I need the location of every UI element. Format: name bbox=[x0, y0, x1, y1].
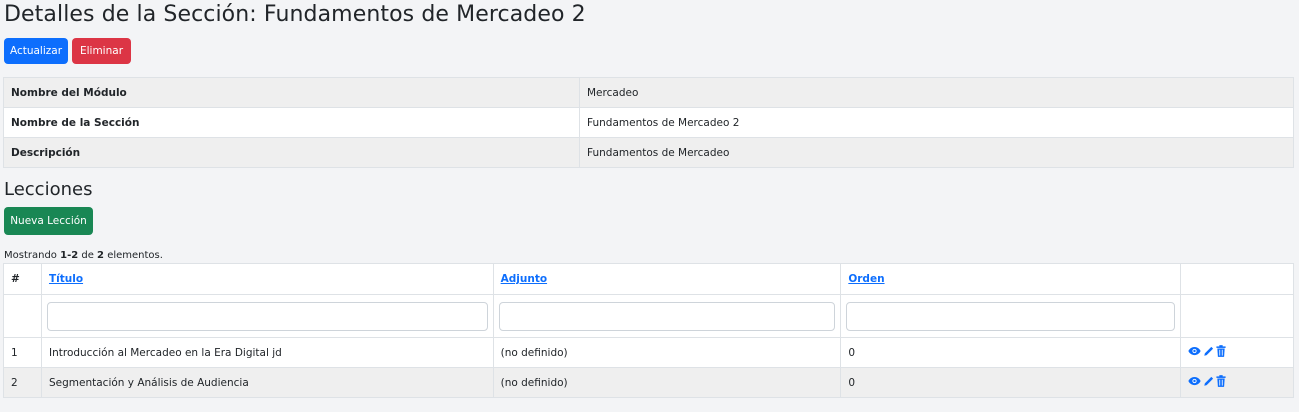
detail-label: Nombre del Módulo bbox=[3, 77, 580, 108]
table-header-row: # Título Adjunto Orden bbox=[3, 263, 1294, 295]
detail-value: Fundamentos de Mercadeo 2 bbox=[579, 107, 1294, 138]
table-row: 1 Introducción al Mercadeo en la Era Dig… bbox=[3, 337, 1294, 368]
summary-suffix: elementos. bbox=[104, 250, 163, 261]
column-header-num: # bbox=[3, 263, 42, 295]
column-header-attachment: Adjunto bbox=[492, 263, 842, 295]
order-filter-input[interactable] bbox=[846, 301, 1176, 331]
cell-num: 2 bbox=[3, 367, 42, 398]
page: Detalles de la Sección: Fundamentos de M… bbox=[0, 0, 1299, 412]
attachment-filter-input[interactable] bbox=[498, 301, 836, 331]
detail-value: Fundamentos de Mercadeo bbox=[579, 137, 1294, 168]
detail-value: Mercadeo bbox=[579, 77, 1294, 108]
detail-row-module: Nombre del Módulo Mercadeo bbox=[3, 77, 1294, 108]
update-button[interactable]: Actualizar bbox=[4, 38, 68, 64]
summary-range: 1-2 bbox=[60, 250, 79, 261]
cell-title: Segmentación y Análisis de Audiencia bbox=[40, 367, 494, 398]
cell-title: Introducción al Mercadeo en la Era Digit… bbox=[40, 337, 494, 368]
cell-attachment: (no definido) bbox=[492, 337, 842, 368]
eye-icon[interactable] bbox=[1188, 376, 1201, 389]
filter-row bbox=[3, 294, 1294, 338]
cell-order: 0 bbox=[840, 367, 1182, 398]
cell-num: 1 bbox=[3, 337, 42, 368]
detail-label: Nombre de la Sección bbox=[3, 107, 580, 138]
column-header-order: Orden bbox=[840, 263, 1182, 295]
table-row: 2 Segmentación y Análisis de Audiencia (… bbox=[3, 367, 1294, 398]
eye-icon[interactable] bbox=[1188, 346, 1201, 359]
filter-cell bbox=[840, 294, 1182, 338]
cell-order: 0 bbox=[840, 337, 1182, 368]
lessons-table: # Título Adjunto Orden 1 Introducción al… bbox=[3, 263, 1294, 398]
sort-order-link[interactable]: Orden bbox=[848, 273, 884, 285]
page-title: Detalles de la Sección: Fundamentos de M… bbox=[4, 2, 586, 27]
filter-cell bbox=[40, 294, 494, 338]
filter-cell bbox=[492, 294, 842, 338]
summary-total: 2 bbox=[97, 250, 105, 261]
summary-prefix: Mostrando bbox=[4, 250, 61, 261]
new-lesson-button[interactable]: Nueva Lección bbox=[4, 207, 93, 235]
sort-title-link[interactable]: Título bbox=[49, 273, 83, 285]
grid-summary: Mostrando 1-2 de 2 elementos. bbox=[4, 250, 163, 261]
filter-cell-empty bbox=[3, 294, 42, 338]
detail-label: Descripción bbox=[3, 137, 580, 168]
detail-row-description: Descripción Fundamentos de Mercadeo bbox=[3, 137, 1294, 168]
pencil-icon[interactable] bbox=[1203, 376, 1214, 390]
pencil-icon[interactable] bbox=[1203, 346, 1214, 360]
detail-table: Nombre del Módulo Mercadeo Nombre de la … bbox=[3, 77, 1294, 168]
sort-attachment-link[interactable]: Adjunto bbox=[501, 273, 547, 285]
cell-actions bbox=[1180, 367, 1294, 398]
trash-icon[interactable] bbox=[1216, 345, 1226, 360]
cell-attachment: (no definido) bbox=[492, 367, 842, 398]
trash-icon[interactable] bbox=[1216, 375, 1226, 390]
summary-middle: de bbox=[78, 250, 98, 261]
detail-row-section: Nombre de la Sección Fundamentos de Merc… bbox=[3, 107, 1294, 138]
title-filter-input[interactable] bbox=[46, 301, 488, 331]
filter-cell-empty bbox=[1180, 294, 1294, 338]
cell-actions bbox=[1180, 337, 1294, 368]
delete-button[interactable]: Eliminar bbox=[72, 38, 131, 64]
lessons-heading: Lecciones bbox=[4, 179, 93, 200]
column-header-actions bbox=[1180, 263, 1294, 295]
column-header-title: Título bbox=[40, 263, 494, 295]
